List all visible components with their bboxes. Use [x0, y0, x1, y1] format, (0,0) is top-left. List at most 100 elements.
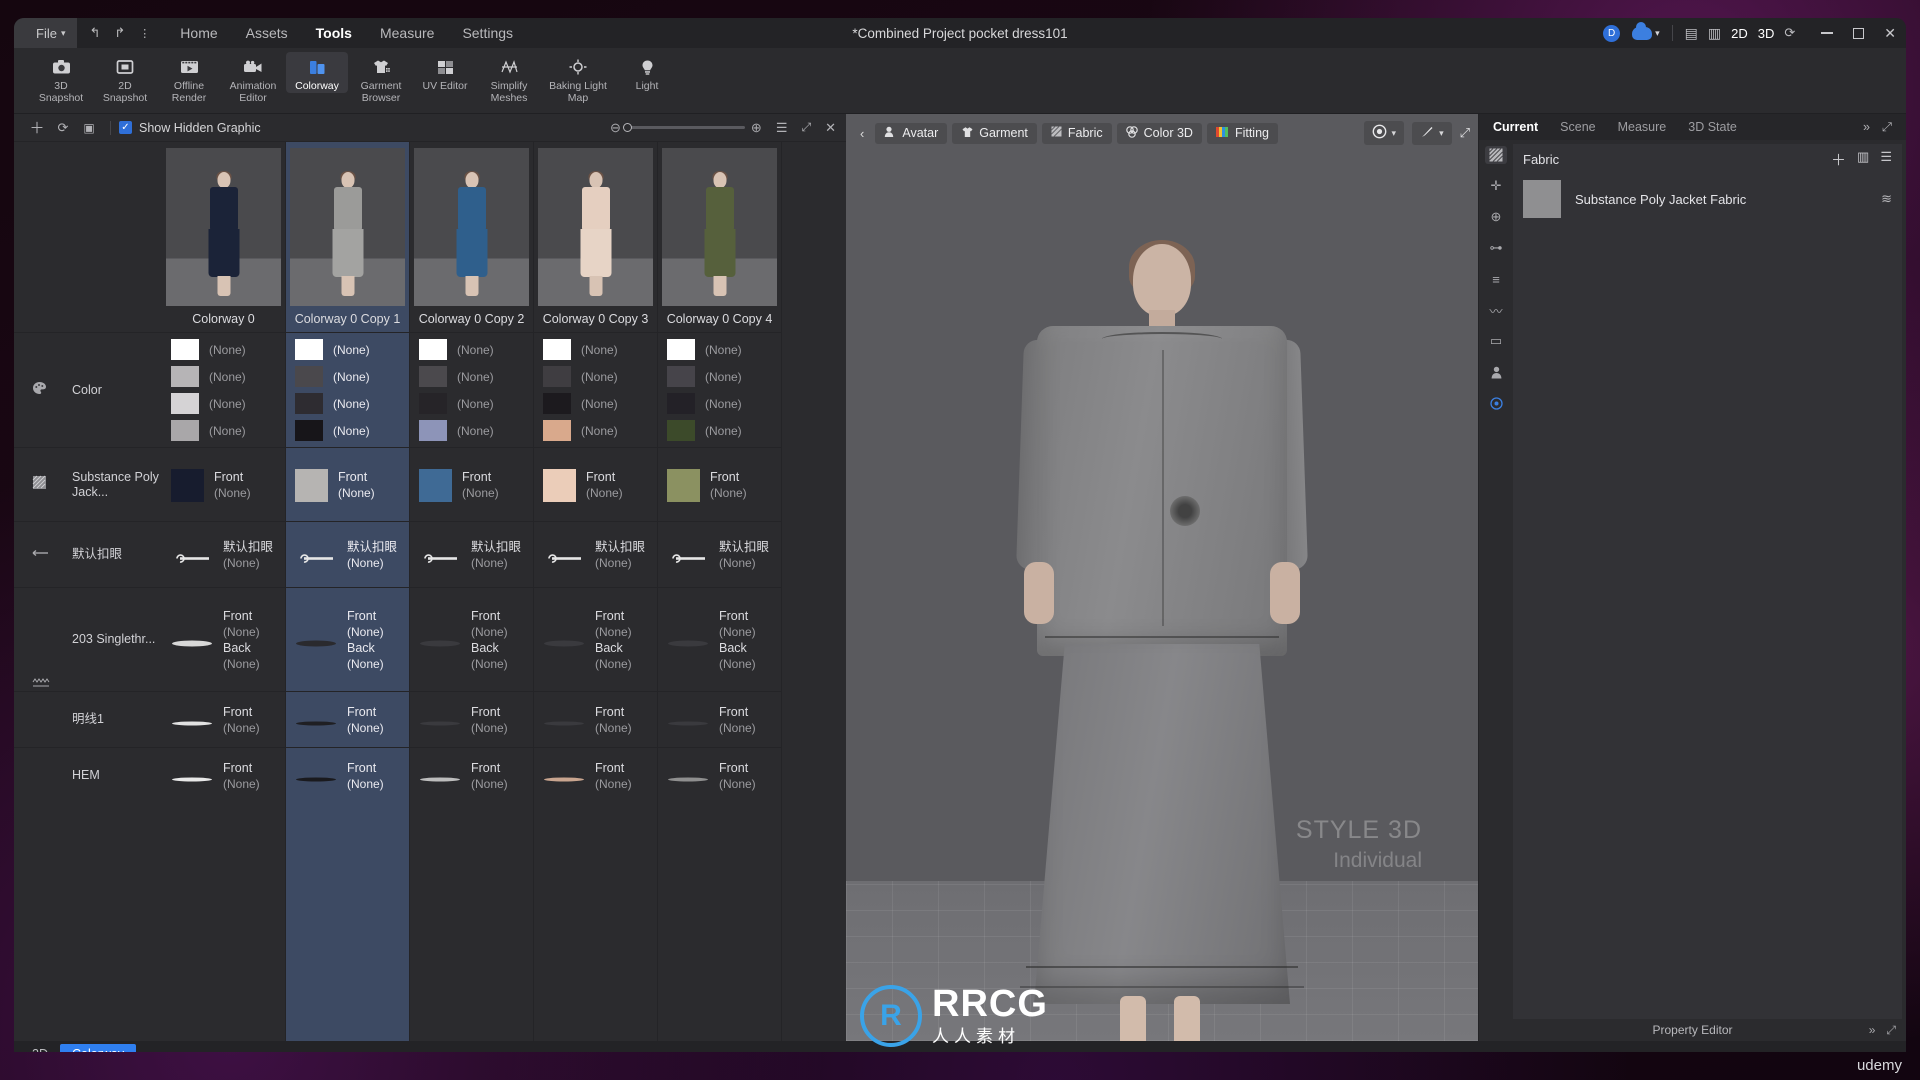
- close-icon[interactable]: ✕: [1884, 25, 1896, 42]
- colorway-cell[interactable]: (None) (None) (None) (None): [162, 332, 285, 447]
- thread-swatch[interactable]: [171, 716, 213, 725]
- menu-item-assets[interactable]: Assets: [246, 25, 288, 41]
- split-view-icon[interactable]: ▥: [1708, 25, 1721, 42]
- color-swatch[interactable]: [667, 366, 695, 387]
- colorway-cell[interactable]: Front (None): [286, 747, 409, 803]
- grid-view-icon[interactable]: ▥: [1857, 149, 1869, 170]
- brush-tool-button[interactable]: ▾: [1412, 121, 1452, 145]
- move-rotate-gizmo[interactable]: [1170, 496, 1200, 526]
- viewport-tab-color-3d[interactable]: Color 3D: [1116, 122, 1202, 144]
- menu-item-measure[interactable]: Measure: [380, 25, 434, 41]
- double-chevron-icon[interactable]: »: [1869, 1023, 1876, 1038]
- ribbon-garment-browser[interactable]: Garment Browser: [350, 52, 412, 104]
- redo-icon[interactable]: ↱: [114, 25, 125, 41]
- colorway-cell[interactable]: Front (None): [534, 747, 657, 803]
- color-swatch-row[interactable]: (None): [162, 417, 285, 444]
- color-swatch[interactable]: [667, 339, 695, 360]
- ribbon-animation-editor[interactable]: Animation Editor: [222, 52, 284, 104]
- color-swatch-row[interactable]: (None): [410, 417, 533, 444]
- colorway-thumbnail[interactable]: [414, 148, 529, 306]
- chevron-left-icon[interactable]: ‹: [854, 126, 870, 141]
- colorway-cell[interactable]: Front (None): [410, 691, 533, 747]
- thread-swatch[interactable]: [543, 636, 585, 646]
- color-swatch-row[interactable]: (None): [658, 390, 781, 417]
- menu-item-tools[interactable]: Tools: [316, 25, 352, 41]
- colorway-cell[interactable]: Front (None): [162, 691, 285, 747]
- color-swatch-row[interactable]: (None): [162, 390, 285, 417]
- color-swatch[interactable]: [419, 339, 447, 360]
- color-swatch[interactable]: [667, 393, 695, 414]
- menu-item-settings[interactable]: Settings: [462, 25, 513, 41]
- rail-button-icon[interactable]: ⊕: [1485, 208, 1507, 226]
- list-view-icon[interactable]: ☰: [1880, 149, 1892, 170]
- fabric-swatch[interactable]: [295, 468, 328, 502]
- show-hidden-graphic-checkbox[interactable]: ✓: [119, 121, 132, 134]
- zoom-in-icon[interactable]: ⊕: [751, 120, 762, 136]
- colorway-column[interactable]: Colorway 0 (None) (None) (None) (None) Front (…: [162, 142, 286, 1041]
- colorway-cell[interactable]: Front (None): [410, 747, 533, 803]
- ribbon-colorway[interactable]: Colorway: [286, 52, 348, 93]
- tab-current[interactable]: Current: [1493, 120, 1538, 134]
- zoom-slider[interactable]: [622, 122, 745, 132]
- maximize-icon[interactable]: [1853, 27, 1865, 39]
- color-swatch[interactable]: [543, 339, 571, 360]
- colorway-thumbnail[interactable]: [290, 148, 405, 306]
- color-swatch[interactable]: [171, 420, 199, 441]
- mode-colorway[interactable]: Colorway: [59, 1044, 137, 1052]
- layers-icon[interactable]: ≋: [1881, 191, 1892, 207]
- expand-icon[interactable]: ⤢: [1886, 1023, 1896, 1038]
- fabric-swatch[interactable]: [171, 468, 204, 502]
- colorway-thumbnail[interactable]: [662, 148, 777, 306]
- colorway-cell[interactable]: Front (None) Back (None): [534, 587, 657, 691]
- zoom-out-icon[interactable]: ⊖: [610, 120, 621, 136]
- color-swatch-row[interactable]: (None): [410, 363, 533, 390]
- colorway-cell[interactable]: 默认扣眼 (None): [162, 521, 285, 587]
- close-icon[interactable]: ✕: [825, 120, 836, 136]
- fabric-swatch[interactable]: [419, 468, 452, 502]
- color-swatch-row[interactable]: (None): [658, 336, 781, 363]
- color-swatch[interactable]: [295, 339, 323, 360]
- colorway-cell[interactable]: Front (None): [286, 691, 409, 747]
- colorway-cell[interactable]: Front (None): [410, 447, 533, 521]
- colorway-cell[interactable]: Front (None): [162, 747, 285, 803]
- rail-trim-icon[interactable]: ✛: [1485, 177, 1507, 195]
- colorway-cell[interactable]: Front (None): [658, 747, 781, 803]
- colorway-thumbnail[interactable]: [538, 148, 653, 306]
- rail-zipper-icon[interactable]: ⊶: [1485, 239, 1507, 257]
- color-swatch[interactable]: [543, 393, 571, 414]
- rail-topstitch-icon[interactable]: 〰: [1485, 301, 1507, 319]
- view-toggle-2d[interactable]: 2D: [1731, 26, 1748, 41]
- plus-icon[interactable]: ＋: [24, 117, 50, 138]
- thread-swatch[interactable]: [543, 772, 585, 781]
- colorway-cell[interactable]: Front (None): [658, 447, 781, 521]
- menu-item-home[interactable]: Home: [180, 25, 217, 41]
- color-swatch[interactable]: [419, 420, 447, 441]
- viewport-tab-garment[interactable]: Garment: [952, 122, 1037, 144]
- color-swatch[interactable]: [171, 339, 199, 360]
- minimize-icon[interactable]: [1821, 32, 1834, 34]
- view-toggle-3d[interactable]: 3D: [1758, 26, 1775, 41]
- ribbon-3d-snapshot[interactable]: 3D Snapshot: [30, 52, 92, 104]
- colorway-column[interactable]: Colorway 0 Copy 4 (None) (None) (None) (None…: [658, 142, 782, 1041]
- ribbon-2d-snapshot[interactable]: 2D Snapshot: [94, 52, 156, 104]
- refresh-icon[interactable]: ⟳: [1784, 25, 1795, 41]
- colorway-cell[interactable]: 默认扣眼 (None): [534, 521, 657, 587]
- ribbon-simplify-meshes[interactable]: Simplify Meshes: [478, 52, 540, 104]
- color-swatch-row[interactable]: (None): [286, 417, 409, 444]
- camera-icon[interactable]: ▣: [76, 121, 102, 135]
- undo-icon[interactable]: ↰: [89, 25, 100, 41]
- thread-swatch[interactable]: [419, 716, 461, 725]
- colorway-cell[interactable]: Front (None): [534, 447, 657, 521]
- rail-settings-icon[interactable]: [1485, 394, 1507, 412]
- colorway-cell[interactable]: Front (None): [658, 691, 781, 747]
- ribbon-light[interactable]: Light: [616, 52, 678, 93]
- colorway-cell[interactable]: (None) (None) (None) (None): [410, 332, 533, 447]
- colorway-cell[interactable]: Front (None) Back (None): [410, 587, 533, 691]
- colorway-cell[interactable]: Front (None): [286, 447, 409, 521]
- rail-fabric-icon[interactable]: [1485, 146, 1507, 164]
- color-swatch-row[interactable]: (None): [534, 417, 657, 444]
- buttonhole-swatch[interactable]: [543, 551, 585, 563]
- colorway-cell[interactable]: Front (None): [162, 447, 285, 521]
- cloud-sync-button[interactable]: ▾: [1632, 21, 1660, 40]
- file-menu-button[interactable]: File ▾: [14, 18, 78, 48]
